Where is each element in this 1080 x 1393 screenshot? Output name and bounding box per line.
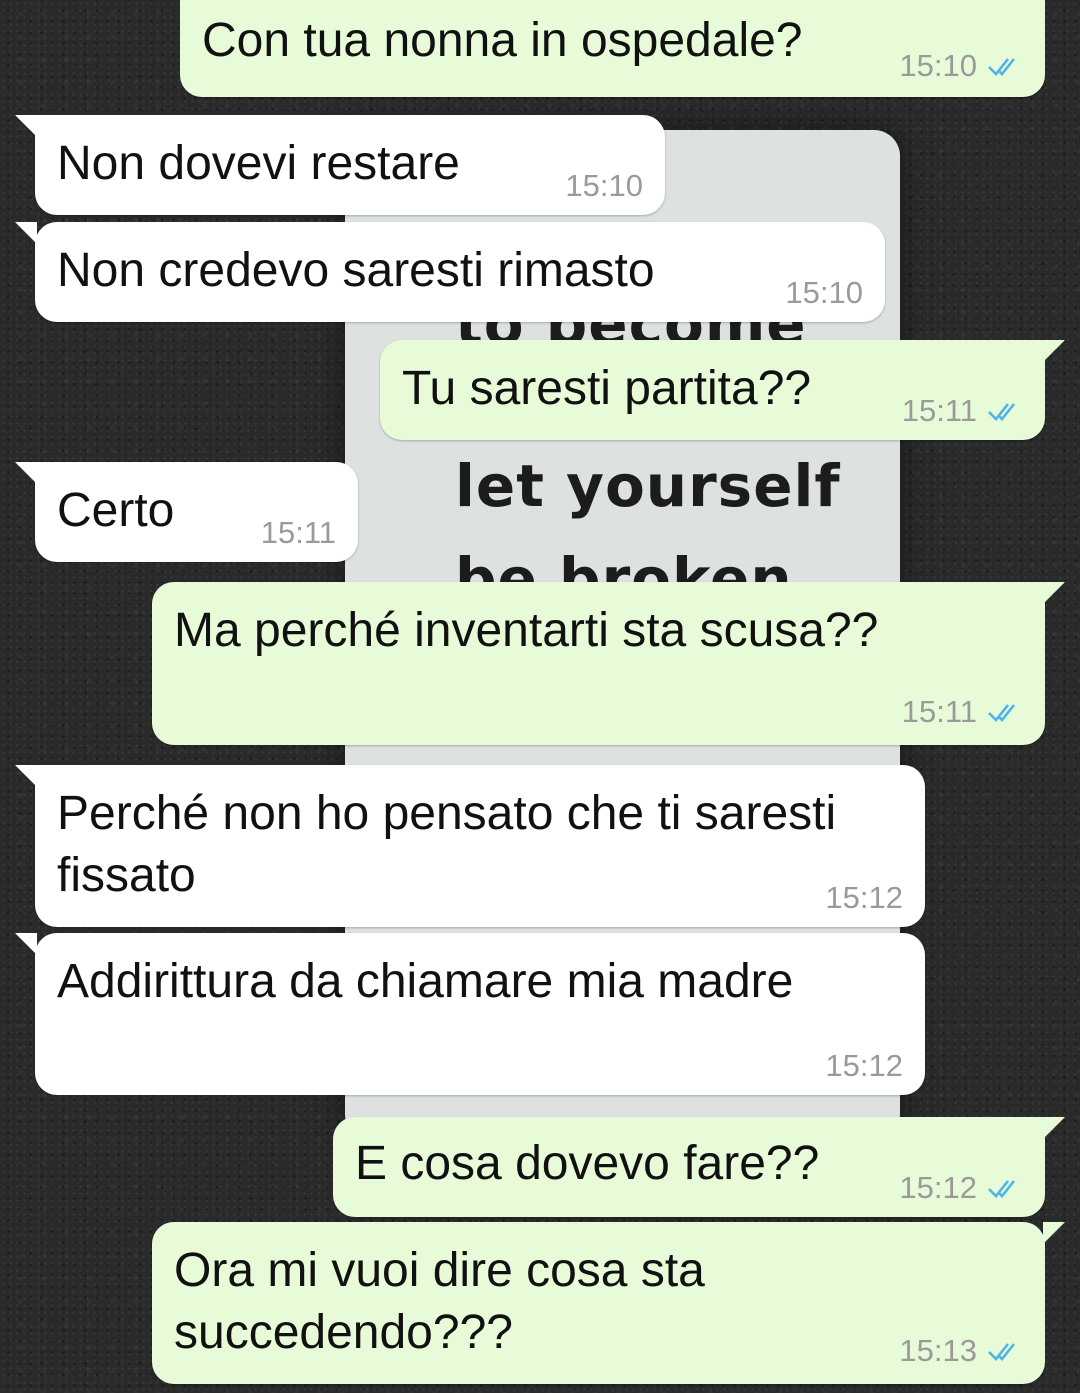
double-check-icon [988,704,1016,722]
double-check-icon [988,58,1016,76]
message-time: 15:13 [899,1333,977,1368]
message-time: 15:12 [825,1048,903,1083]
message-bubble-incoming[interactable]: Addirittura da chiamare mia madre 15:12 [15,933,925,1095]
wallpaper-text-line1: let yourself [455,452,841,520]
message-time: 15:10 [565,168,643,203]
message-bubble-outgoing[interactable]: Ora mi vuoi dire cosa sta succedendo??? … [152,1222,1065,1384]
message-bubble-outgoing[interactable]: Tu saresti partita?? 15:11 [380,340,1065,440]
message-time: 15:11 [901,694,977,729]
message-text: Addirittura da chiamare mia madre [57,955,794,1008]
message-bubble-incoming[interactable]: Certo 15:11 [15,462,358,562]
message-time: 15:11 [901,393,977,428]
message-bubble-outgoing[interactable]: E cosa dovevo fare?? 15:12 [333,1117,1065,1217]
message-text: Non credevo saresti rimasto [57,244,655,297]
message-bubble-incoming[interactable]: Perché non ho pensato che ti saresti fis… [15,765,925,927]
message-text: Ma perché inventarti sta scusa?? [174,604,879,657]
message-text: Ora mi vuoi dire cosa sta succedendo??? [174,1244,705,1359]
double-check-icon [988,403,1016,421]
message-bubble-outgoing[interactable]: Ma perché inventarti sta scusa?? 15:11 [152,582,1065,745]
message-text: Non dovevi restare [57,137,460,190]
message-time: 15:10 [785,275,863,310]
message-time: 15:11 [260,515,336,550]
message-time: 15:12 [825,880,903,915]
double-check-icon [988,1343,1016,1361]
message-bubble-incoming[interactable]: Non credevo saresti rimasto 15:10 [15,222,885,322]
message-bubble-outgoing[interactable]: Con tua nonna in ospedale? 15:10 [180,0,1065,97]
message-text: Perché non ho pensato che ti saresti fis… [57,787,837,902]
message-time: 15:10 [899,48,977,83]
message-time: 15:12 [899,1170,977,1205]
message-bubble-incoming[interactable]: Non dovevi restare 15:10 [15,115,665,215]
double-check-icon [988,1180,1016,1198]
